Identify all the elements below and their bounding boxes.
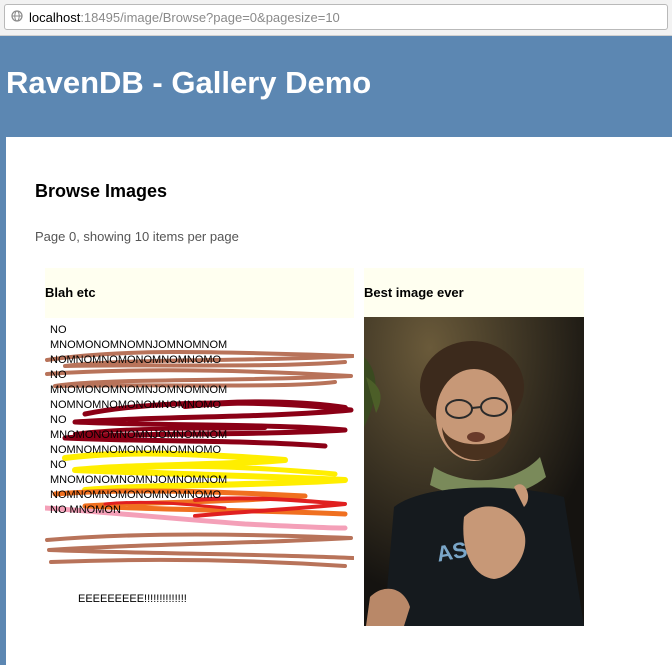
- site-header: RavenDB - Gallery Demo: [0, 36, 672, 137]
- image-card[interactable]: Blah etc NO MNOMONOMNOMNJOMNOMNOM NOMNOM…: [45, 268, 354, 614]
- browser-address-bar: localhost:18495/image/Browse?page=0&page…: [0, 0, 672, 36]
- scribble-footer-text: EEEEEEEEE!!!!!!!!!!!!!!: [78, 593, 187, 605]
- page-heading: Browse Images: [35, 181, 168, 201]
- text-line: NO: [50, 414, 67, 426]
- text-line: MNOMONOMNOMNJOMNOMNOM: [50, 474, 228, 486]
- text-line: NOMNOMNOMONOMNOMNOMO: [50, 354, 222, 366]
- url-text[interactable]: localhost:18495/image/Browse?page=0&page…: [29, 10, 340, 25]
- url-path: :18495/image/Browse?page=0&pagesize=10: [80, 10, 340, 25]
- globe-icon: [11, 10, 23, 22]
- site-title: RavenDB - Gallery Demo: [6, 65, 372, 100]
- photo-image[interactable]: AS CITY: [364, 317, 584, 626]
- image-card[interactable]: Best image ever AS: [364, 268, 584, 626]
- image-title: Best image ever: [364, 285, 464, 300]
- scribble-image[interactable]: NO MNOMONOMNOMNJOMNOMNOM NOMNOMNOMONOMNO…: [45, 318, 354, 614]
- person-photo-icon: AS CITY: [364, 317, 584, 626]
- image-title: Blah etc: [45, 285, 96, 300]
- text-line: NO: [50, 369, 67, 381]
- main-content: Browse Images Page 0, showing 10 items p…: [6, 137, 672, 665]
- text-line: MNOMONOMNOMNJOMNOMNOM: [50, 429, 228, 441]
- url-field[interactable]: localhost:18495/image/Browse?page=0&page…: [4, 4, 668, 30]
- text-line: NO: [50, 324, 67, 336]
- text-line: NOMNOMNOMONOMNOMNOMO: [50, 489, 222, 501]
- text-line: MNOMONOMNOMNJOMNOMNOM: [50, 339, 228, 351]
- url-host: localhost: [29, 10, 81, 25]
- scribble-text-lines: NO MNOMONOMNOMNJOMNOMNOM NOMNOMNOMONOMNO…: [50, 323, 227, 518]
- text-line: MNOMONOMNOMNJOMNOMNOM: [50, 384, 228, 396]
- page-info: Page 0, showing 10 items per page: [35, 229, 239, 244]
- text-line: NO MNOMON: [50, 504, 121, 516]
- text-line: NOMNOMNOMONOMNOMNOMO: [50, 444, 222, 456]
- text-line: NOMNOMNOMONOMNOMNOMO: [50, 399, 222, 411]
- text-line: NO: [50, 459, 67, 471]
